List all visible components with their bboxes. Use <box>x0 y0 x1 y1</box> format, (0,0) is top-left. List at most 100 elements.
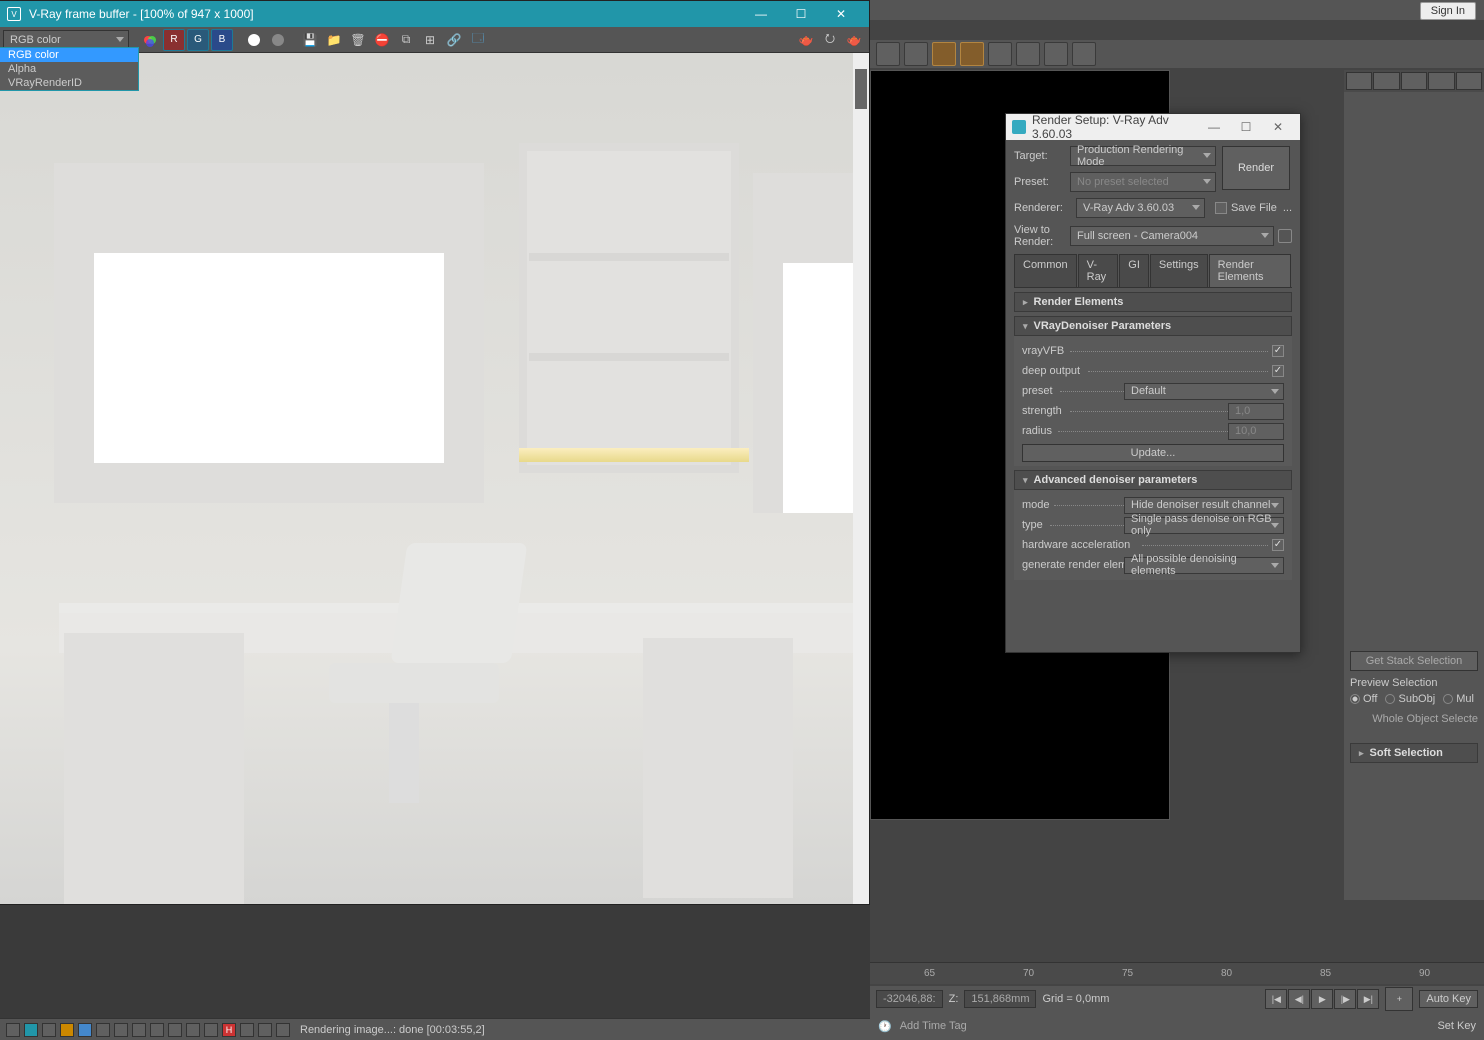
next-frame-button[interactable]: |▶ <box>1334 989 1356 1009</box>
status-icon[interactable] <box>42 1023 56 1037</box>
green-channel-button[interactable]: G <box>187 29 209 51</box>
cp-tab[interactable] <box>1456 72 1482 90</box>
status-icon[interactable] <box>258 1023 272 1037</box>
view-dropdown[interactable]: Full screen - Camera004 <box>1070 226 1274 246</box>
tool-btn[interactable] <box>988 42 1012 66</box>
minimize-button[interactable]: — <box>1198 114 1230 140</box>
status-icon[interactable]: H <box>222 1023 236 1037</box>
close-button[interactable]: ✕ <box>1262 114 1294 140</box>
radius-spinner[interactable]: 10,0 <box>1228 423 1284 440</box>
key-mode-button[interactable]: + <box>1385 987 1413 1011</box>
radio-mul[interactable]: Mul <box>1443 693 1474 705</box>
deep-checkbox[interactable] <box>1272 365 1284 377</box>
preset-dropdown[interactable]: No preset selected <box>1070 172 1216 192</box>
status-icon[interactable] <box>60 1023 74 1037</box>
tool-btn-highlight[interactable] <box>932 42 956 66</box>
soft-selection-rollout[interactable]: Soft Selection <box>1350 743 1478 763</box>
status-icon[interactable] <box>150 1023 164 1037</box>
cp-tab[interactable] <box>1346 72 1372 90</box>
radio-subobj[interactable]: SubObj <box>1385 693 1435 705</box>
status-icon[interactable] <box>132 1023 146 1037</box>
tool-btn[interactable] <box>876 42 900 66</box>
mono-button[interactable] <box>243 29 265 51</box>
render-button[interactable]: Render <box>1222 146 1290 190</box>
prev-frame-button[interactable]: ◀| <box>1288 989 1310 1009</box>
close-button[interactable]: ✕ <box>821 1 861 27</box>
maximize-button[interactable]: ☐ <box>1230 114 1262 140</box>
savefile-checkbox[interactable]: Save File <box>1211 202 1277 214</box>
tool-btn[interactable] <box>1072 42 1096 66</box>
status-icon[interactable] <box>168 1023 182 1037</box>
tool-btn[interactable] <box>904 42 928 66</box>
status-icon[interactable] <box>24 1023 38 1037</box>
tool-btn-highlight[interactable] <box>960 42 984 66</box>
red-channel-button[interactable]: R <box>163 29 185 51</box>
dd-item-alpha[interactable]: Alpha <box>0 62 138 76</box>
status-icon[interactable] <box>78 1023 92 1037</box>
setkey-button[interactable]: Set Key <box>1437 1020 1476 1032</box>
maximize-button[interactable]: ☐ <box>781 1 821 27</box>
teapot2-button[interactable]: 🫖 <box>843 29 865 51</box>
get-stack-button[interactable]: Get Stack Selection <box>1350 651 1478 671</box>
mode-dropdown[interactable]: Hide denoiser result channel <box>1124 497 1284 514</box>
link-button[interactable]: 🔗 <box>443 29 465 51</box>
vfb-titlebar[interactable]: V V-Ray frame buffer - [100% of 947 x 10… <box>0 1 869 27</box>
status-icon[interactable] <box>240 1023 254 1037</box>
autokey-button[interactable]: Auto Key <box>1419 990 1478 1008</box>
vfb-scrollbar[interactable] <box>853 53 869 904</box>
rollout-header[interactable]: Advanced denoiser parameters <box>1014 470 1292 490</box>
target-dropdown[interactable]: Production Rendering Mode <box>1070 146 1216 166</box>
status-icon[interactable] <box>96 1023 110 1037</box>
tab-common[interactable]: Common <box>1014 254 1077 287</box>
cp-tab[interactable] <box>1428 72 1454 90</box>
type-dropdown[interactable]: Single pass denoise on RGB only <box>1124 517 1284 534</box>
save-button[interactable]: 💾 <box>299 29 321 51</box>
dd-item-renderid[interactable]: VRayRenderID <box>0 76 138 90</box>
vfb-render-view[interactable] <box>0 53 853 904</box>
teapot-button[interactable]: 🫖 <box>795 29 817 51</box>
scrollbar-thumb[interactable] <box>855 69 867 109</box>
tab-vray[interactable]: V-Ray <box>1078 254 1119 287</box>
tab-gi[interactable]: GI <box>1119 254 1149 287</box>
hw-checkbox[interactable] <box>1272 539 1284 551</box>
strength-spinner[interactable]: 1,0 <box>1228 403 1284 420</box>
tool-btn[interactable] <box>1044 42 1068 66</box>
cp-tab[interactable] <box>1373 72 1399 90</box>
add-time-tag[interactable]: Add Time Tag <box>900 1020 967 1032</box>
rollout-header[interactable]: Render Elements <box>1014 292 1292 312</box>
clear-button[interactable]: 🗑 <box>347 29 369 51</box>
timeline[interactable]: 65 70 75 80 85 90 <box>870 962 1484 984</box>
load-button[interactable]: 📁 <box>323 29 345 51</box>
status-icon[interactable] <box>204 1023 218 1037</box>
status-icon[interactable] <box>276 1023 290 1037</box>
region-button[interactable]: ⊞ <box>419 29 441 51</box>
tab-render-elements[interactable]: Render Elements <box>1209 254 1291 287</box>
rollout-header[interactable]: VRayDenoiser Parameters <box>1014 316 1292 336</box>
tool-btn[interactable] <box>1016 42 1040 66</box>
minimize-button[interactable]: — <box>741 1 781 27</box>
preset-dropdown[interactable]: Default <box>1124 383 1284 400</box>
lock-icon[interactable] <box>1278 229 1292 243</box>
gen-dropdown[interactable]: All possible denoising elements <box>1124 557 1284 574</box>
goto-end-button[interactable]: ▶| <box>1357 989 1379 1009</box>
cp-tab[interactable] <box>1401 72 1427 90</box>
alpha-button[interactable] <box>267 29 289 51</box>
duplicate-button[interactable]: ⧉ <box>395 29 417 51</box>
render-setup-titlebar[interactable]: Render Setup: V-Ray Adv 3.60.03 — ☐ ✕ <box>1006 114 1300 140</box>
blue-channel-button[interactable]: B <box>211 29 233 51</box>
coord-z[interactable]: 151,868mm <box>964 990 1036 1008</box>
update-button[interactable]: Update... <box>1022 444 1284 462</box>
history-button[interactable]: ⭮ <box>819 29 841 51</box>
savefile-browse[interactable]: ... <box>1283 202 1292 214</box>
stop-button[interactable]: ⛔ <box>371 29 393 51</box>
goto-start-button[interactable]: |◀ <box>1265 989 1287 1009</box>
radio-off[interactable]: Off <box>1350 693 1377 705</box>
vfb-settings-button[interactable]: 🗔 <box>467 29 489 51</box>
signin-button[interactable]: Sign In <box>1420 2 1476 20</box>
dd-item-rgb[interactable]: RGB color <box>0 48 138 62</box>
vrayvfb-checkbox[interactable] <box>1272 345 1284 357</box>
time-tag-icon[interactable]: 🕐 <box>878 1020 892 1033</box>
status-icon[interactable] <box>186 1023 200 1037</box>
status-icon[interactable] <box>6 1023 20 1037</box>
play-button[interactable]: ▶ <box>1311 989 1333 1009</box>
